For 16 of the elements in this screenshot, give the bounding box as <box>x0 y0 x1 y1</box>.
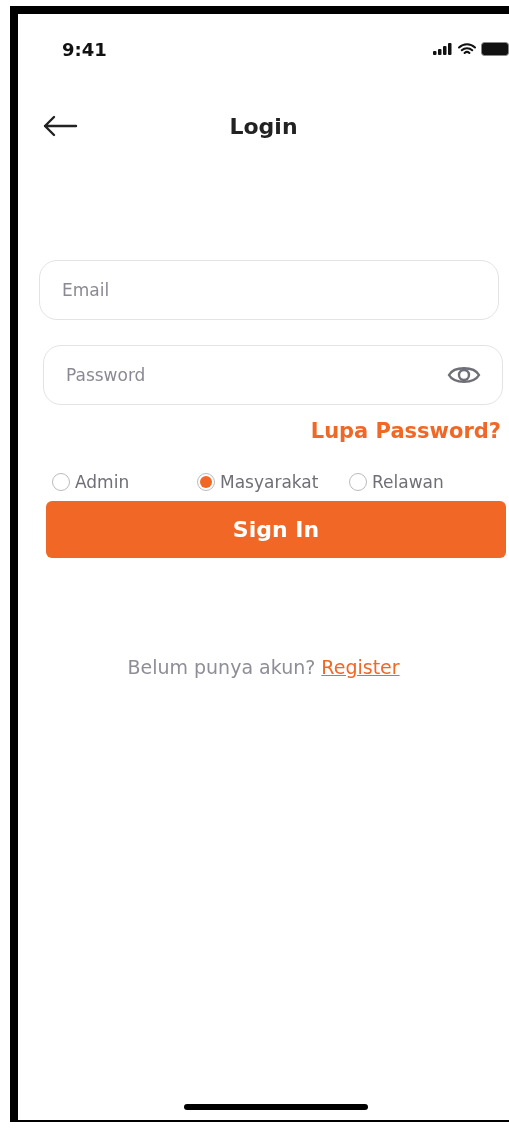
back-arrow-icon <box>42 115 78 137</box>
role-option[interactable]: Relawan <box>349 472 509 492</box>
forgot-password-link[interactable]: Lupa Password? <box>310 419 501 443</box>
register-prompt: Belum punya akun? Register <box>126 656 401 678</box>
email-field[interactable]: Email <box>39 260 499 320</box>
wifi-icon <box>458 42 476 56</box>
page-title: Login <box>229 113 298 139</box>
battery-icon <box>481 42 509 56</box>
signal-icon <box>433 43 453 55</box>
register-link[interactable]: Register <box>321 656 400 678</box>
role-option[interactable]: Masyarakat <box>197 472 349 492</box>
back-button[interactable] <box>42 115 78 137</box>
password-field[interactable]: Password <box>43 345 503 405</box>
status-time: 9:41 <box>62 38 107 60</box>
sign-in-button[interactable]: Sign In <box>46 501 506 558</box>
role-option[interactable]: Admin <box>52 472 197 492</box>
